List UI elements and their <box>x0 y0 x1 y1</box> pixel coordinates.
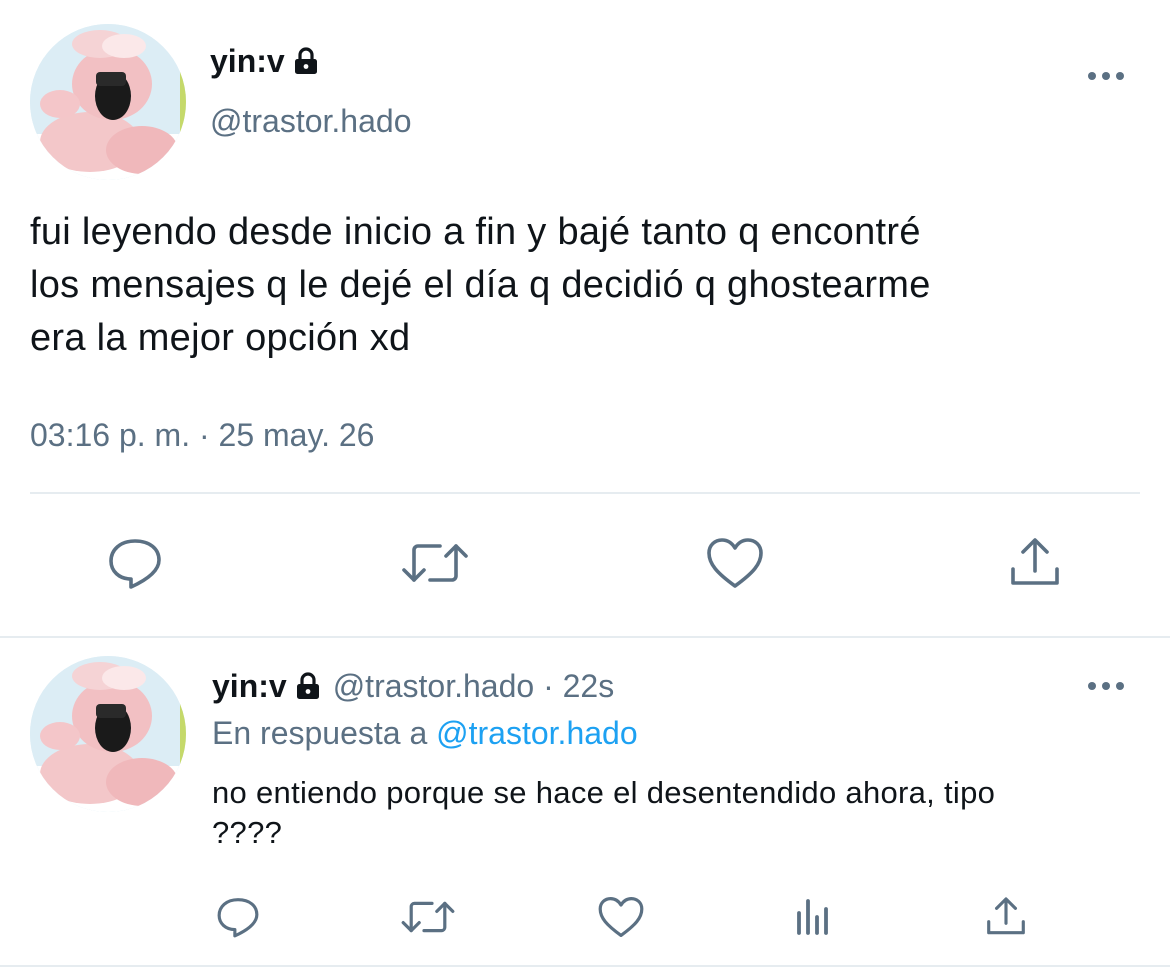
replying-to-mention[interactable]: @trastor.hado <box>436 715 637 751</box>
share-icon <box>984 895 1028 944</box>
analytics-icon <box>793 897 833 942</box>
reply-share-button[interactable] <box>978 893 1034 945</box>
retweet-button[interactable] <box>398 535 472 595</box>
like-icon <box>705 536 765 595</box>
meta-separator: · <box>543 668 554 704</box>
reply-age[interactable]: 22s <box>563 668 615 704</box>
retweet-icon <box>400 536 470 595</box>
reply-more-options-icon[interactable] <box>1086 676 1126 696</box>
reply-author-handle[interactable]: @trastor.hado <box>333 668 534 704</box>
reply-button[interactable] <box>100 535 170 595</box>
share-icon <box>1007 535 1063 596</box>
reply-icon <box>106 535 164 596</box>
avatar[interactable] <box>30 24 186 180</box>
tweet-text: fui leyendo desde inicio a fin y bajé ta… <box>30 211 931 359</box>
lock-icon <box>293 45 319 83</box>
reply-like-button[interactable] <box>592 893 650 945</box>
lock-icon <box>295 670 321 708</box>
reply-analytics-button[interactable] <box>786 893 840 945</box>
more-options-icon[interactable] <box>1086 66 1126 86</box>
reply-author-name[interactable]: yin:v <box>212 668 287 704</box>
reply-text: no entiendo porque se hace el desentendi… <box>212 775 996 850</box>
reply-header: yin:v @trastor.hado · 22s <box>212 667 614 708</box>
reply-avatar[interactable] <box>30 656 186 812</box>
tweet-timestamp[interactable]: 03:16 p. m. · 25 may. 26 <box>30 415 374 455</box>
reply-retweet-button[interactable] <box>396 893 460 945</box>
reply-icon <box>215 895 261 944</box>
section-divider <box>0 636 1170 638</box>
author-handle[interactable]: @trastor.hado <box>210 102 411 140</box>
replying-to: En respuesta a @trastor.hado <box>212 714 638 752</box>
retweet-icon <box>400 895 456 944</box>
author-name-text: yin:v <box>210 43 285 79</box>
like-button[interactable] <box>700 535 770 595</box>
replying-to-label: En respuesta a <box>212 715 428 751</box>
reply-reply-button[interactable] <box>210 893 266 945</box>
like-icon <box>597 895 645 944</box>
divider <box>30 492 1140 494</box>
author-name[interactable]: yin:v <box>210 42 319 83</box>
share-button[interactable] <box>1000 535 1070 595</box>
bottom-divider <box>0 965 1170 967</box>
